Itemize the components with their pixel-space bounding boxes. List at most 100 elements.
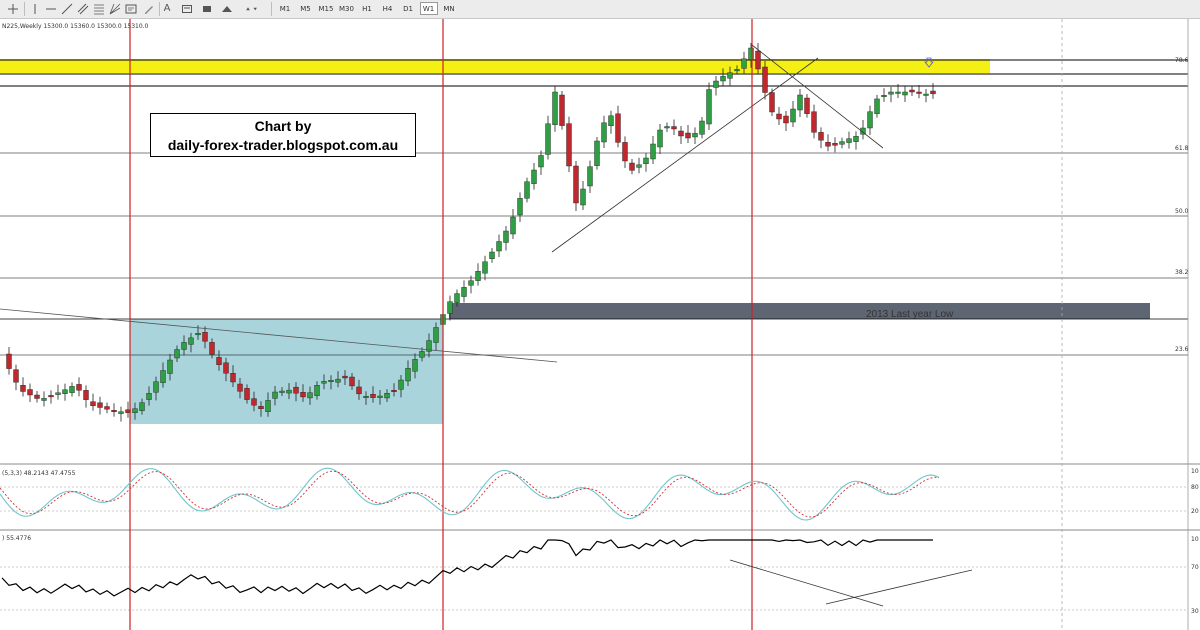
rsi-scale-top: 10 [1191, 536, 1199, 543]
trendline-icon [61, 3, 73, 14]
candle-body [167, 359, 173, 374]
candle-body [454, 293, 460, 303]
candle-body [692, 133, 698, 138]
candle-body [741, 58, 747, 69]
candle-body [69, 386, 75, 393]
arrow-tool-button[interactable] [220, 1, 234, 16]
rsi-scale-70: 70 [1191, 564, 1199, 571]
candle-body [321, 381, 327, 384]
candle-body [230, 373, 236, 383]
timeframe-w1[interactable]: W1 [419, 2, 438, 15]
candle-body [594, 140, 600, 166]
candle-body [706, 89, 712, 125]
price-chart[interactable]: N225,Weekly 15300.0 15360.0 15300.0 1531… [0, 19, 1200, 630]
timeframe-m15[interactable]: M15 [317, 2, 335, 15]
candle-body [279, 390, 285, 393]
candle-body [832, 143, 838, 146]
candle-body [853, 136, 859, 142]
candle-body [251, 398, 257, 406]
gann-button[interactable] [108, 1, 122, 16]
candle-body [510, 216, 516, 235]
consolidation-box [130, 319, 443, 424]
candle-body [622, 142, 628, 162]
candle-body [160, 370, 166, 383]
timeframe-m30[interactable]: M30 [338, 2, 356, 15]
candle-body [881, 94, 887, 97]
candle-body [398, 379, 404, 390]
gann-icon [109, 3, 121, 14]
candle-body [825, 141, 831, 147]
candle-body [181, 342, 187, 350]
vertical-line-icon [34, 3, 36, 14]
chart-canvas[interactable] [0, 19, 1200, 630]
stoch-scale-top: 10 [1191, 468, 1199, 475]
fibonacci-button[interactable] [92, 1, 106, 16]
candle-body [265, 400, 271, 412]
text-button[interactable]: A [160, 1, 174, 16]
candle-body [769, 92, 775, 113]
timeframe-d1[interactable]: D1 [399, 2, 417, 15]
timeframe-h4[interactable]: H4 [379, 2, 397, 15]
timeframe-mn[interactable]: MN [440, 2, 458, 15]
candle-body [202, 332, 208, 342]
timeframe-h1[interactable]: H1 [358, 2, 376, 15]
candle-body [538, 155, 544, 168]
candle-body [685, 132, 691, 139]
shapes-dropdown-button[interactable] [240, 1, 262, 16]
candle-body [314, 385, 320, 396]
candle-body [83, 390, 89, 400]
label-tool-button[interactable] [180, 1, 194, 16]
timeframe-m5[interactable]: M5 [297, 2, 315, 15]
candle-body [867, 111, 873, 129]
channel-button[interactable] [76, 1, 90, 16]
candle-body [209, 342, 215, 355]
horizontal-line-button[interactable] [44, 1, 58, 16]
candle-body [48, 395, 54, 398]
candle-body [328, 380, 334, 382]
candle-body [132, 408, 138, 413]
candle-body [734, 69, 740, 72]
rsi-label: ) 55.4776 [2, 535, 32, 542]
candle-body [482, 261, 488, 274]
candle-body [545, 123, 551, 155]
candle-body [447, 301, 453, 314]
candle-body [111, 410, 117, 412]
candle-body [531, 169, 537, 184]
candle-body [27, 389, 33, 396]
candle-body [566, 123, 572, 167]
text-tool-label: A [163, 3, 171, 14]
rectangle-button[interactable] [200, 1, 214, 16]
candle-body [636, 164, 642, 168]
crosshair-button[interactable] [6, 1, 20, 16]
candle-body [237, 383, 243, 392]
candle-body [874, 98, 880, 114]
stochastic-signal-line [0, 470, 940, 518]
candle-body [349, 376, 355, 387]
candle-body [657, 129, 663, 148]
trendline-button[interactable] [60, 1, 74, 16]
text-label-button[interactable] [142, 1, 156, 16]
rising-trendline [551, 57, 819, 253]
candle-body [888, 91, 894, 95]
candle-body [818, 132, 824, 141]
vertical-line-button[interactable] [28, 1, 42, 16]
candle-body [489, 251, 495, 259]
candle-body [97, 402, 103, 408]
candle-body [356, 386, 362, 395]
candle-body [748, 47, 754, 61]
candle-body [118, 411, 124, 414]
candle-body [174, 349, 180, 359]
text-tool-button[interactable] [124, 1, 138, 16]
candle-body [580, 188, 586, 206]
candle-body [139, 402, 145, 411]
candle-body [678, 130, 684, 137]
candle-body [195, 333, 201, 336]
candle-body [419, 351, 425, 358]
candle-body [573, 165, 579, 204]
channel-icon [77, 3, 89, 14]
candle-body [762, 66, 768, 93]
candle-body [699, 120, 705, 135]
timeframe-m1[interactable]: M1 [276, 2, 294, 15]
candle-body [916, 91, 922, 94]
candle-body [552, 91, 558, 125]
